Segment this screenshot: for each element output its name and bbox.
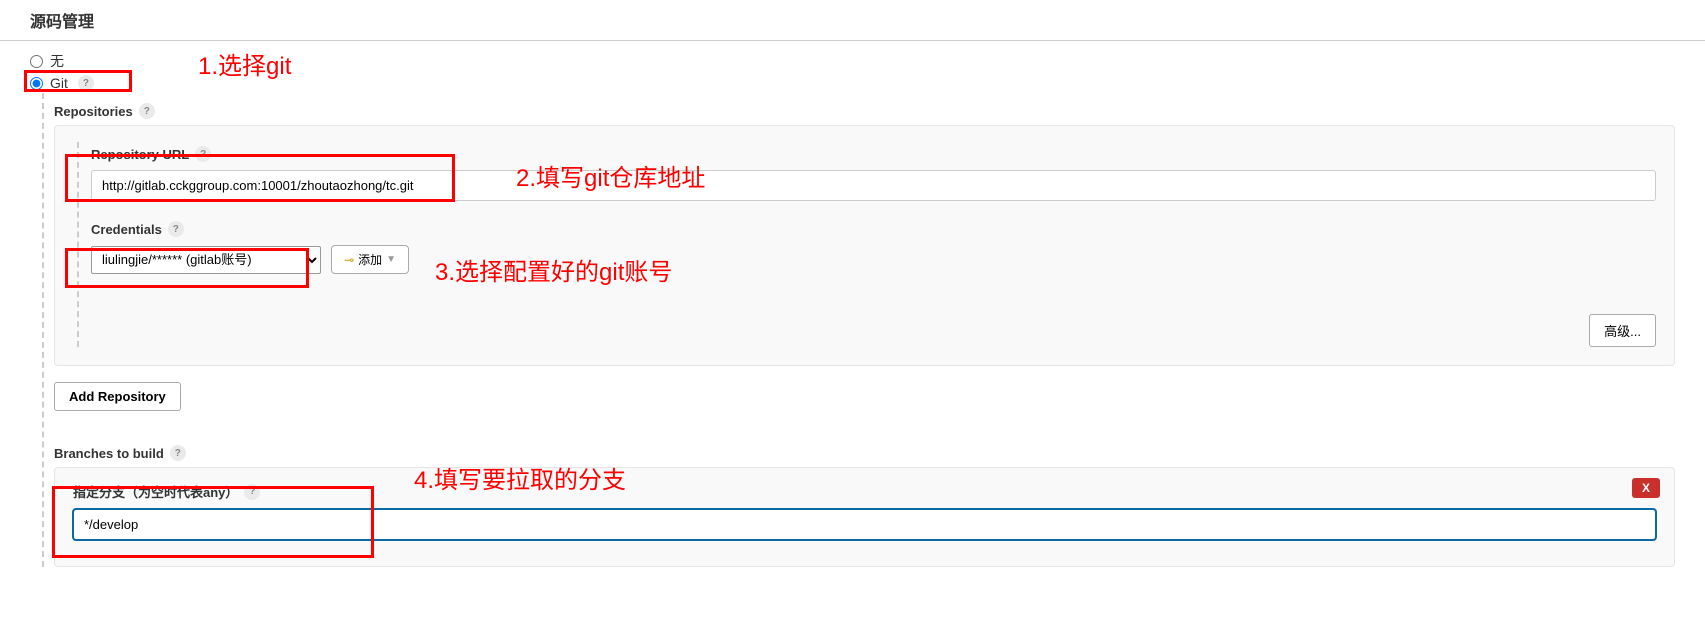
help-icon[interactable]: ? xyxy=(195,146,211,162)
repo-url-label-text: Repository URL xyxy=(91,147,189,162)
credentials-row: liulingjie/****** (gitlab账号) ⊸ 添加 ▼ xyxy=(91,245,1656,274)
add-credentials-button[interactable]: ⊸ 添加 ▼ xyxy=(331,245,409,274)
branch-spec-label-text: 指定分支（为空时代表any） xyxy=(73,482,238,501)
repo-url-label: Repository URL ? xyxy=(91,146,1656,162)
credentials-label: Credentials ? xyxy=(91,221,1656,237)
delete-branch-button[interactable]: X xyxy=(1632,478,1660,498)
git-config-block: Repositories ? Repository URL ? Credenti… xyxy=(42,93,1705,567)
chevron-down-icon: ▼ xyxy=(386,254,396,265)
repo-inner: Repository URL ? Credentials ? liulingji… xyxy=(77,142,1656,347)
branches-box: X 指定分支（为空时代表any） ? xyxy=(54,467,1675,567)
scm-option-none[interactable]: 无 xyxy=(30,49,1705,73)
repo-url-input[interactable] xyxy=(91,170,1656,201)
scm-option-git[interactable]: Git ? xyxy=(30,73,1705,93)
help-icon[interactable]: ? xyxy=(78,75,94,91)
repositories-label-text: Repositories xyxy=(54,104,133,119)
credentials-label-text: Credentials xyxy=(91,222,162,237)
radio-none[interactable] xyxy=(30,55,43,68)
scm-git-label: Git xyxy=(50,75,68,91)
help-icon[interactable]: ? xyxy=(139,103,155,119)
repository-box: Repository URL ? Credentials ? liulingji… xyxy=(54,125,1675,366)
add-repository-button[interactable]: Add Repository xyxy=(54,382,181,411)
help-icon[interactable]: ? xyxy=(170,445,186,461)
key-icon: ⊸ xyxy=(344,253,354,267)
add-button-label: 添加 xyxy=(358,251,382,268)
advanced-button[interactable]: 高级... xyxy=(1589,314,1656,347)
advanced-row: 高级... xyxy=(91,314,1656,347)
scm-block: 无 Git ? Repositories ? Repository URL ? … xyxy=(0,49,1705,567)
radio-git[interactable] xyxy=(30,77,43,90)
scm-none-label: 无 xyxy=(50,51,64,71)
branch-spec-label: 指定分支（为空时代表any） ? xyxy=(73,482,1656,501)
section-title: 源码管理 xyxy=(0,0,1705,41)
branches-label-text: Branches to build xyxy=(54,446,164,461)
help-icon[interactable]: ? xyxy=(168,221,184,237)
help-icon[interactable]: ? xyxy=(244,484,260,500)
branches-label: Branches to build ? xyxy=(54,445,1705,461)
branch-spec-input[interactable] xyxy=(73,509,1656,540)
credentials-select[interactable]: liulingjie/****** (gitlab账号) xyxy=(91,246,321,274)
repositories-label: Repositories ? xyxy=(54,103,1705,119)
